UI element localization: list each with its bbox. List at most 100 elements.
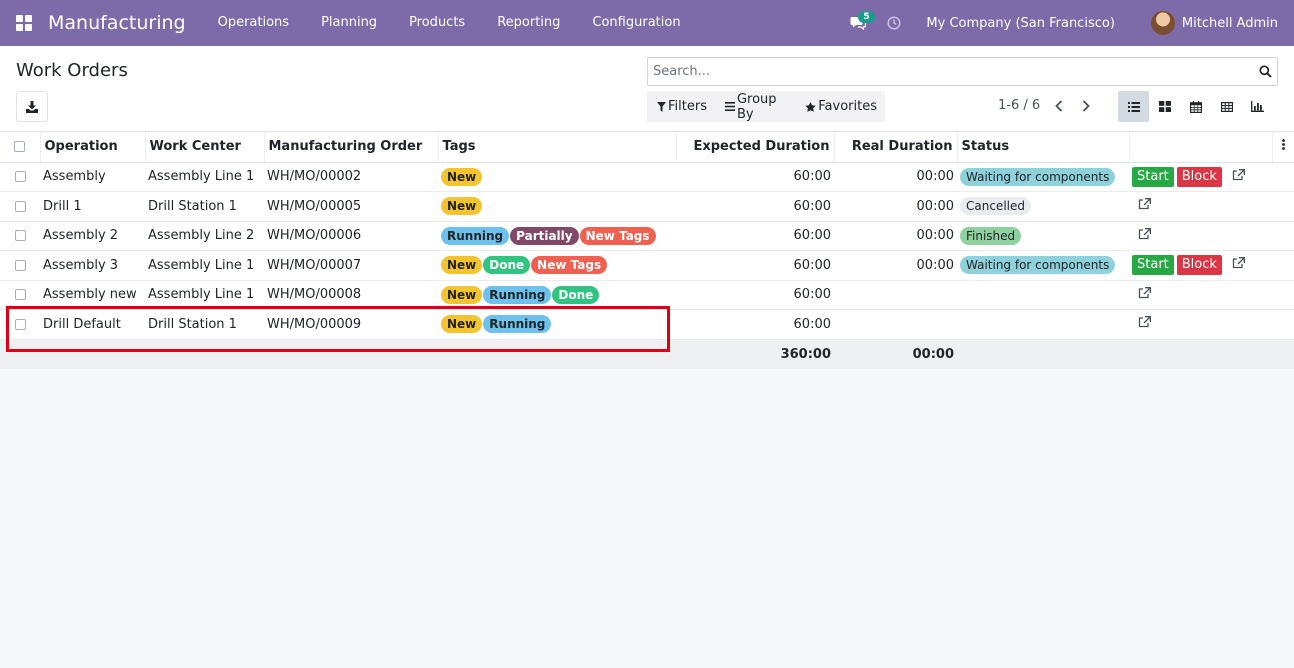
real-duration-cell[interactable]: 00:00 [834,221,957,251]
expected-duration-cell[interactable]: 60:00 [676,280,834,310]
actions-cell [1129,191,1272,222]
tag-badge: Partially [510,226,579,245]
operation-cell[interactable]: Drill 1 [40,191,145,222]
messages-count-badge: 5 [858,11,875,23]
pager-value[interactable]: 1-6 / 6 [998,98,1040,113]
external-link-icon[interactable] [1138,316,1151,332]
external-link-icon[interactable] [1138,227,1151,244]
graph-view-button[interactable] [1242,91,1273,122]
column-header-status[interactable]: Status [956,132,1129,163]
table-row[interactable]: Assembly 2 Assembly Line 2 WH/MO/00006 R… [0,221,1294,251]
row-select-cell [0,250,40,281]
work-center-cell[interactable]: Assembly Line 1 [145,250,264,281]
external-link-icon[interactable] [1138,198,1151,214]
actions-cell [1129,221,1272,251]
row-checkbox[interactable] [14,230,26,242]
main-menu: Operations Planning Products Reporting C… [202,0,697,46]
tag-badge: Done [552,285,600,304]
tag-badge: Running [441,226,510,245]
block-button[interactable]: Block [1176,166,1222,187]
column-header-real-duration[interactable]: Real Duration [833,132,957,163]
messages-button[interactable]: 5 [838,0,878,46]
real-duration-cell[interactable]: 00:00 [834,162,957,192]
external-link-icon[interactable] [1232,168,1245,185]
tag-badge: Running [483,285,552,304]
select-all-cell [0,132,40,163]
favorites-button[interactable]: Favorites [795,99,885,114]
manufacturing-order-cell[interactable]: WH/MO/00006 [264,221,438,251]
total-real-duration: 00:00 [834,339,957,369]
kanban-view-button[interactable] [1149,91,1180,122]
real-duration-cell[interactable] [834,280,957,310]
user-menu[interactable]: Mitchell Admin [1131,11,1294,35]
operation-cell[interactable]: Assembly [40,162,145,192]
list-view-button[interactable] [1118,91,1149,122]
optional-columns-toggle[interactable] [1271,132,1294,163]
export-button[interactable] [16,91,48,122]
search-icon[interactable] [1253,65,1277,78]
column-header-expected-duration[interactable]: Expected Duration [675,132,834,163]
table-row[interactable]: Assembly 3 Assembly Line 1 WH/MO/00007 N… [0,250,1294,281]
select-all-checkbox[interactable] [14,141,26,153]
row-select-cell [0,162,40,192]
pivot-view-button[interactable] [1211,91,1242,122]
expected-duration-cell[interactable]: 60:00 [676,191,834,222]
menu-planning[interactable]: Planning [305,0,393,46]
status-cell: Waiting for components [957,250,1129,281]
apps-menu-icon[interactable] [0,0,48,46]
operation-cell[interactable]: Assembly 3 [40,250,145,281]
manufacturing-order-cell[interactable]: WH/MO/00002 [264,162,438,192]
expected-duration-cell[interactable]: 60:00 [676,250,834,281]
chevron-left-icon [1055,100,1063,112]
view-switcher [1118,91,1273,122]
search-input[interactable] [648,58,1253,85]
expected-duration-cell[interactable]: 60:00 [676,221,834,251]
block-button[interactable]: Block [1176,255,1222,276]
tag-badge: New [441,167,483,186]
expected-duration-cell[interactable]: 60:00 [676,309,834,340]
start-button[interactable]: Start [1132,166,1174,187]
clock-icon [887,16,901,30]
bars-icon [724,102,735,111]
menu-reporting[interactable]: Reporting [481,0,576,46]
expected-duration-cell[interactable]: 60:00 [676,162,834,192]
company-switcher[interactable]: My Company (San Francisco) [910,16,1130,31]
menu-operations[interactable]: Operations [202,0,305,46]
pager-next-button[interactable] [1078,98,1094,114]
status-badge: Waiting for components [960,256,1116,275]
external-link-icon[interactable] [1138,286,1151,303]
vertical-ellipsis-icon [1281,139,1285,151]
real-duration-cell[interactable]: 00:00 [834,250,957,281]
pager-previous-button[interactable] [1051,98,1067,114]
real-duration-cell[interactable]: 00:00 [834,191,957,222]
calendar-view-button[interactable] [1180,91,1211,122]
row-checkbox[interactable] [14,289,26,301]
manufacturing-order-cell[interactable]: WH/MO/00007 [264,250,438,281]
operation-cell[interactable]: Assembly 2 [40,221,145,251]
activities-button[interactable] [878,0,910,46]
table-row[interactable]: Drill 1 Drill Station 1 WH/MO/00005 New … [0,191,1294,222]
avatar [1150,11,1175,35]
external-link-icon[interactable] [1232,257,1245,273]
menu-products[interactable]: Products [393,0,481,46]
manufacturing-order-cell[interactable]: WH/MO/00005 [264,191,438,222]
filters-button[interactable]: Filters [647,99,715,114]
row-checkbox[interactable] [14,200,26,212]
table-row[interactable]: Assembly Assembly Line 1 WH/MO/00002 New… [0,162,1294,192]
real-duration-cell[interactable] [834,309,957,340]
group-by-button[interactable]: Group By [715,92,795,122]
row-checkbox[interactable] [14,171,26,183]
app-name[interactable]: Manufacturing [48,12,186,34]
menu-configuration[interactable]: Configuration [576,0,696,46]
download-icon [26,100,38,113]
start-button[interactable]: Start [1132,255,1174,276]
row-checkbox[interactable] [14,259,26,271]
column-header-tags[interactable]: Tags [437,132,676,163]
work-center-cell[interactable]: Drill Station 1 [145,191,264,222]
column-header-work-center[interactable]: Work Center [144,132,264,163]
work-center-cell[interactable]: Assembly Line 1 [145,162,264,192]
control-panel: Work Orders Filters Group By Favorites 1… [0,46,1294,132]
column-header-manufacturing-order[interactable]: Manufacturing Order [263,132,438,163]
column-header-operation[interactable]: Operation [39,132,145,163]
work-center-cell[interactable]: Assembly Line 2 [145,221,264,251]
